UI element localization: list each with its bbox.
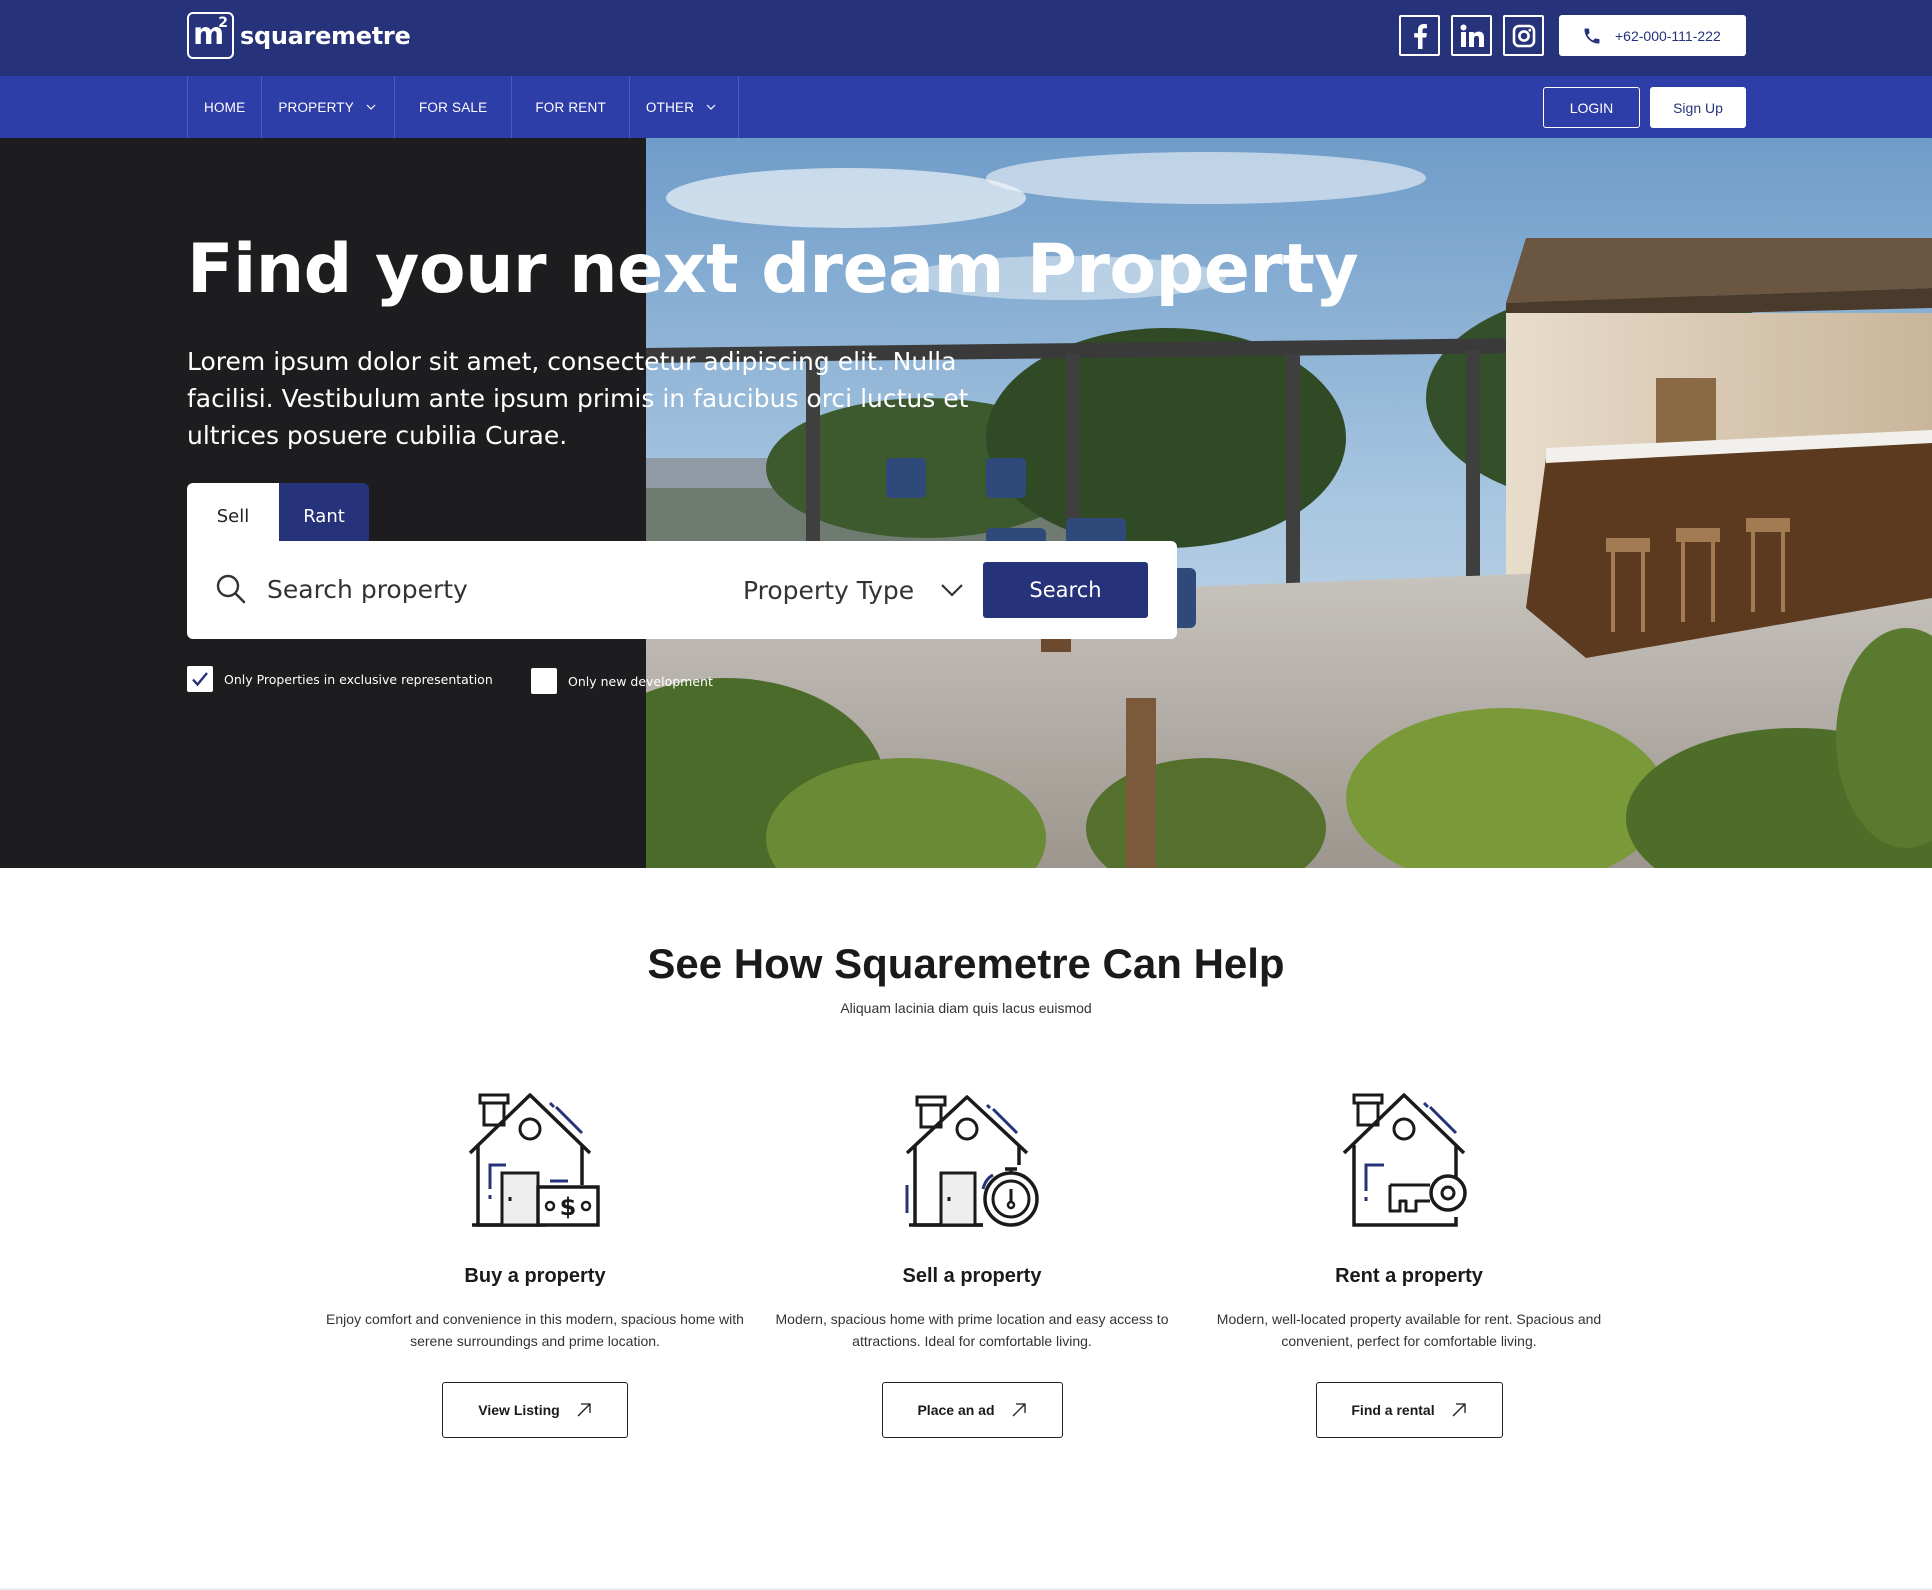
main-nav: HOME PROPERTY FOR SALE FOR RENT OTHER LO…	[0, 76, 1932, 138]
tab-rant[interactable]: Rant	[279, 483, 369, 545]
check-icon	[192, 672, 208, 687]
nav-label: OTHER	[645, 99, 695, 115]
button-label: Find a rental	[1351, 1402, 1435, 1418]
nav-item-property[interactable]: PROPERTY	[262, 76, 395, 138]
nav-label: FOR RENT	[535, 99, 606, 115]
property-type-label: Property Type	[743, 575, 915, 605]
card-title: Buy a property	[464, 1265, 606, 1287]
section-subtitle: Aliquam lacinia diam quis lacus euismod	[840, 1000, 1092, 1016]
card-description: Modern, well-located property available …	[1216, 1311, 1602, 1349]
phone-icon	[1581, 25, 1603, 47]
linkedin-icon[interactable]	[1451, 15, 1492, 56]
chevron-down-icon	[706, 104, 716, 110]
search-box: Property Type Search	[187, 541, 1177, 639]
arrow-up-right-icon	[1452, 1403, 1466, 1417]
nav-label: PROPERTY	[278, 99, 354, 115]
button-label: View Listing	[478, 1402, 560, 1418]
arrow-up-right-icon	[577, 1403, 591, 1417]
checkbox-new-development[interactable]: Only new development	[531, 668, 713, 694]
card-rent: Rent a property Modern, well-located pro…	[1199, 1085, 1619, 1438]
arrow-up-right-icon	[1012, 1403, 1026, 1417]
brand-name: squaremetre	[240, 21, 411, 50]
signup-button[interactable]: Sign Up	[1650, 87, 1746, 128]
top-bar: m 2 squaremetre +62-000-111-222	[0, 0, 1932, 76]
place-an-ad-button[interactable]: Place an ad	[881, 1382, 1063, 1438]
instagram-icon[interactable]	[1503, 15, 1544, 56]
property-type-select[interactable]: Property Type	[743, 569, 964, 611]
house-timer-icon	[897, 1085, 1047, 1235]
checkbox-label: Only new development	[568, 673, 713, 689]
house-money-icon: $	[460, 1085, 610, 1235]
chevron-down-icon	[941, 584, 963, 597]
find-a-rental-button[interactable]: Find a rental	[1315, 1382, 1503, 1438]
nav-item-for-rent[interactable]: FOR RENT	[512, 76, 630, 138]
card-title: Sell a property	[902, 1265, 1042, 1287]
nav-label: HOME	[204, 99, 246, 115]
login-button[interactable]: LOGIN	[1543, 87, 1640, 128]
search-icon	[216, 574, 246, 604]
checkbox-label: Only Properties in exclusive representat…	[224, 671, 493, 687]
logo[interactable]: m 2 squaremetre	[187, 12, 411, 59]
nav-item-home[interactable]: HOME	[188, 76, 263, 138]
chevron-down-icon	[366, 104, 376, 110]
checkbox-unchecked[interactable]	[531, 668, 557, 694]
button-label: Place an ad	[917, 1402, 995, 1418]
card-sell: Sell a property Modern, spacious home wi…	[762, 1085, 1182, 1438]
card-description: Modern, spacious home with prime locatio…	[775, 1311, 1169, 1349]
nav-label: FOR SALE	[418, 99, 488, 115]
logo-mark: m 2	[187, 12, 234, 59]
house-key-icon	[1334, 1085, 1484, 1235]
hero-title: Find your next dream Property	[187, 230, 1359, 309]
card-description: Enjoy comfort and convenience in this mo…	[326, 1311, 744, 1349]
hero-section: Find your next dream Property Lorem ipsu…	[0, 138, 1932, 868]
phone-button[interactable]: +62-000-111-222	[1559, 15, 1746, 56]
view-listing-button[interactable]: View Listing	[442, 1382, 628, 1438]
nav-item-other[interactable]: OTHER	[630, 76, 740, 138]
search-input[interactable]	[267, 569, 687, 609]
nav-menu: HOME PROPERTY FOR SALE FOR RENT OTHER	[187, 76, 740, 138]
facebook-icon[interactable]	[1399, 15, 1440, 56]
search-button[interactable]: Search	[983, 562, 1148, 618]
card-buy: $ Buy a property Enjoy comfort and conve…	[325, 1085, 745, 1438]
logo-superscript: 2	[218, 15, 228, 31]
section-title: See How Squaremetre Can Help	[647, 940, 1285, 987]
card-title: Rent a property	[1335, 1265, 1483, 1287]
checkbox-checked[interactable]	[187, 666, 213, 692]
svg-text:$: $	[560, 1193, 577, 1221]
phone-number: +62-000-111-222	[1615, 27, 1721, 44]
tab-sell[interactable]: Sell	[187, 483, 279, 545]
hero-subtitle: Lorem ipsum dolor sit amet, consectetur …	[187, 347, 969, 450]
nav-item-for-sale[interactable]: FOR SALE	[395, 76, 513, 138]
checkbox-exclusive[interactable]: Only Properties in exclusive representat…	[187, 666, 493, 692]
